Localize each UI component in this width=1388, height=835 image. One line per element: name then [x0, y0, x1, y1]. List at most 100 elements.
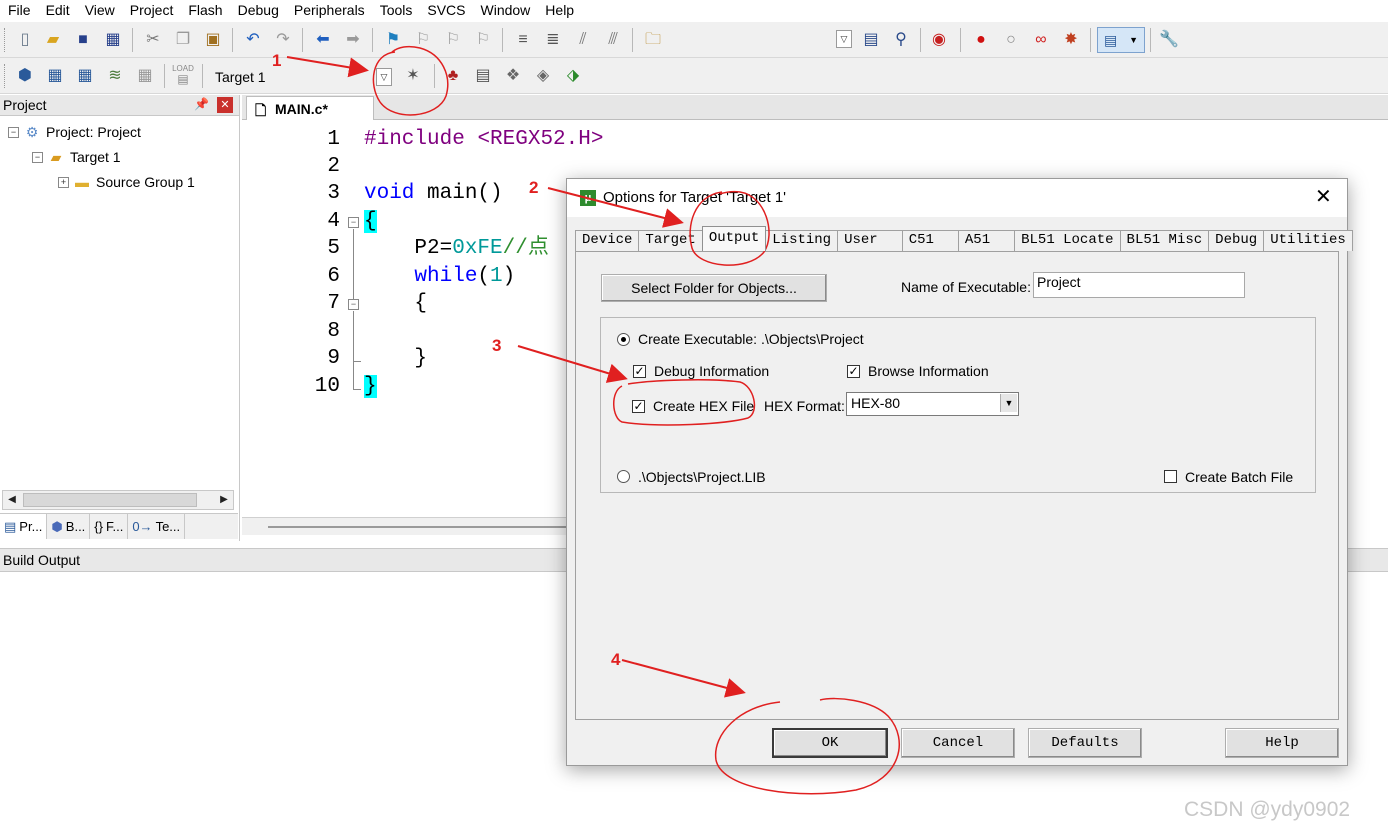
- editor-horizontal-scrollbar[interactable]: [242, 517, 582, 535]
- defaults-button[interactable]: Defaults: [1028, 728, 1142, 758]
- tab-c51[interactable]: C51: [901, 230, 959, 251]
- copy-icon[interactable]: ❐: [172, 29, 194, 51]
- new-file-icon[interactable]: ▯: [14, 29, 36, 51]
- fold-collapse-icon[interactable]: −: [348, 299, 359, 310]
- menu-debug[interactable]: Debug: [230, 2, 286, 18]
- debug-information-checkbox[interactable]: ✓: [633, 365, 646, 378]
- collapse-icon[interactable]: −: [8, 126, 19, 138]
- find-in-files-icon[interactable]: 🗀: [642, 29, 664, 51]
- tab-books[interactable]: ⬢ B...: [47, 514, 91, 539]
- save-icon[interactable]: ■: [72, 29, 94, 51]
- menu-help[interactable]: Help: [537, 2, 581, 18]
- help-button[interactable]: Help: [1225, 728, 1339, 758]
- find-icon[interactable]: ⚲: [890, 29, 912, 51]
- tab-project[interactable]: ▤ Pr...: [0, 514, 48, 539]
- pack-installer-icon[interactable]: ◈: [532, 65, 554, 87]
- kill-breakpoints-icon[interactable]: ✸: [1060, 29, 1082, 51]
- browse-information-checkbox[interactable]: ✓: [847, 365, 860, 378]
- tab-utilities[interactable]: Utilities: [1263, 230, 1353, 251]
- stop-build-icon[interactable]: ▦: [134, 65, 156, 87]
- collapse-icon[interactable]: −: [32, 151, 43, 163]
- paste-icon[interactable]: ▣: [202, 29, 224, 51]
- ok-button[interactable]: OK: [772, 728, 888, 758]
- chevron-down-icon[interactable]: ▼: [1000, 394, 1017, 412]
- scroll-right-icon[interactable]: ▶: [217, 493, 231, 507]
- select-folder-button[interactable]: Select Folder for Objects...: [601, 274, 827, 302]
- tab-output[interactable]: Output: [701, 226, 767, 251]
- close-icon[interactable]: ✕: [217, 97, 233, 113]
- manage-project-items-icon[interactable]: ♣: [442, 65, 464, 87]
- toolbar-grip[interactable]: [4, 64, 7, 88]
- disable-all-breakpoints-icon[interactable]: ∞: [1030, 29, 1052, 51]
- nav-forward-icon[interactable]: ➡: [342, 29, 364, 51]
- find-combo-dropdown-icon[interactable]: ▽: [836, 30, 852, 48]
- target-dropdown-chevron-icon[interactable]: ▽: [376, 68, 392, 86]
- tree-node-source-group[interactable]: + ▬ Source Group 1: [58, 171, 195, 193]
- rebuild-icon[interactable]: ▦: [74, 65, 96, 87]
- menu-peripherals[interactable]: Peripherals: [286, 2, 372, 18]
- incremental-find-icon[interactable]: ▤: [860, 29, 882, 51]
- close-icon[interactable]: ✕: [1315, 187, 1332, 207]
- open-folder-icon[interactable]: ▰: [42, 29, 64, 51]
- tab-debug[interactable]: Debug: [1208, 230, 1265, 251]
- scroll-left-icon[interactable]: ◀: [5, 493, 19, 507]
- tab-a51[interactable]: A51: [957, 230, 1016, 251]
- project-horizontal-scrollbar[interactable]: ◀ ▶: [2, 490, 234, 510]
- save-all-icon[interactable]: ▦: [102, 29, 124, 51]
- select-packs-icon[interactable]: ▤: [472, 65, 494, 87]
- create-batch-file-checkbox[interactable]: [1164, 470, 1177, 483]
- tab-listing[interactable]: Listing: [765, 230, 839, 251]
- name-of-executable-input[interactable]: Project: [1033, 272, 1245, 298]
- manage-components-icon[interactable]: ❖: [502, 65, 524, 87]
- comment-icon[interactable]: ⫽: [572, 29, 594, 51]
- rte-icon[interactable]: ⬗: [562, 65, 584, 87]
- menu-view[interactable]: View: [77, 2, 122, 18]
- menu-project[interactable]: Project: [122, 2, 181, 18]
- create-executable-radio[interactable]: [617, 333, 630, 346]
- download-load-icon[interactable]: LOAD ▤: [172, 64, 194, 86]
- scroll-thumb[interactable]: [23, 493, 197, 507]
- unindent-icon[interactable]: ≣: [542, 29, 564, 51]
- tab-user[interactable]: User: [837, 230, 903, 251]
- target-select[interactable]: Target 1: [206, 66, 366, 88]
- undo-icon[interactable]: ↶: [242, 29, 264, 51]
- tab-templates[interactable]: 0→ Te...: [128, 514, 186, 539]
- hex-format-select[interactable]: HEX-80 ▼: [846, 392, 1019, 416]
- disable-breakpoint-icon[interactable]: ○: [1000, 29, 1022, 51]
- fold-collapse-icon[interactable]: −: [348, 217, 359, 228]
- menu-edit[interactable]: Edit: [38, 2, 77, 18]
- tab-bl51-misc[interactable]: BL51 Misc: [1119, 230, 1210, 251]
- tree-node-target[interactable]: − ▰ Target 1: [32, 146, 121, 168]
- menu-svcs[interactable]: SVCS: [419, 2, 472, 18]
- tab-target[interactable]: Target: [638, 230, 703, 251]
- configure-wrench-icon[interactable]: 🔧: [1158, 29, 1180, 51]
- menu-file[interactable]: File: [0, 2, 38, 18]
- debug-session-icon[interactable]: ◉: [928, 29, 950, 51]
- expand-icon[interactable]: +: [58, 176, 69, 188]
- dialog-title-bar[interactable]: μ Options for Target 'Target 1' ✕: [567, 179, 1347, 217]
- toolbar-grip[interactable]: [4, 28, 7, 52]
- uncomment-icon[interactable]: ⫻: [602, 29, 624, 51]
- cancel-button[interactable]: Cancel: [901, 728, 1015, 758]
- redo-icon[interactable]: ↷: [272, 29, 294, 51]
- next-bookmark-icon[interactable]: ⚐: [442, 29, 464, 51]
- tree-node-project[interactable]: − ⚙ Project: Project: [8, 121, 141, 143]
- bookmark-icon[interactable]: ⚑: [382, 29, 404, 51]
- window-layout-dropdown[interactable]: ▤ ▼: [1097, 27, 1145, 53]
- create-library-radio[interactable]: [617, 470, 630, 483]
- create-hex-file-checkbox[interactable]: ✓: [632, 400, 645, 413]
- build-icon[interactable]: ▦: [44, 65, 66, 87]
- target-options-magic-wand-icon[interactable]: ✶: [402, 65, 424, 87]
- tab-device[interactable]: Device: [575, 230, 640, 251]
- breakpoint-icon[interactable]: ●: [970, 29, 992, 51]
- indent-icon[interactable]: ≡: [512, 29, 534, 51]
- menu-window[interactable]: Window: [473, 2, 538, 18]
- translate-icon[interactable]: ⬢: [14, 65, 36, 87]
- tab-functions[interactable]: {} F...: [90, 514, 129, 539]
- clear-bookmarks-icon[interactable]: ⚐: [472, 29, 494, 51]
- cut-icon[interactable]: ✂: [142, 29, 164, 51]
- editor-tab-main-c[interactable]: 🗋 MAIN.c*: [246, 96, 374, 120]
- pin-icon[interactable]: 📌: [194, 97, 209, 111]
- tab-bl51-locate[interactable]: BL51 Locate: [1014, 230, 1121, 251]
- menu-flash[interactable]: Flash: [180, 2, 229, 18]
